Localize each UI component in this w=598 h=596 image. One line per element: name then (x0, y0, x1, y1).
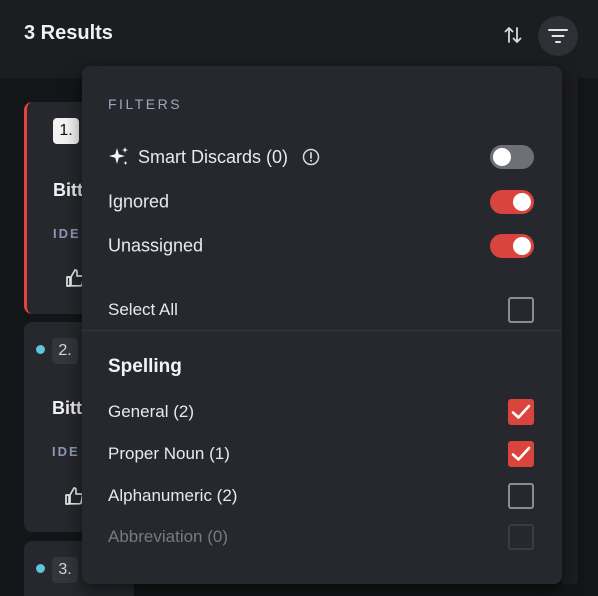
smart-discards-row: Smart Discards (0) (108, 142, 534, 172)
status-dot (36, 564, 45, 573)
filter-item-label: General (2) (108, 402, 194, 421)
alphanumeric-checkbox[interactable] (508, 483, 534, 509)
toggle-knob (513, 237, 531, 255)
abbreviation-checkbox (508, 524, 534, 550)
unassigned-row: Unassigned (108, 231, 534, 261)
toggle-knob (513, 193, 531, 211)
results-count: 3 Results (24, 22, 113, 44)
result-word: Bitt (53, 180, 83, 200)
ignored-toggle[interactable] (490, 190, 534, 214)
spelling-section-title: Spelling (108, 356, 182, 377)
result-number: 3. (52, 557, 78, 583)
select-all-label: Select All (108, 300, 178, 319)
filter-item-alphanumeric: Alphanumeric (2) (108, 481, 534, 511)
unassigned-toggle[interactable] (490, 234, 534, 258)
unassigned-label: Unassigned (108, 235, 204, 256)
result-word: Bitt (52, 398, 82, 418)
result-number: 1. (53, 118, 79, 144)
filter-item-abbreviation: Abbreviation (0) (108, 522, 534, 552)
smart-discards-label: Smart Discards (0) (138, 146, 289, 167)
filter-item-label: Abbreviation (0) (108, 527, 229, 546)
smart-discards-toggle[interactable] (490, 145, 534, 169)
sparkle-icon (109, 147, 128, 165)
select-all-row: Select All (108, 295, 534, 325)
sort-button[interactable] (500, 22, 526, 48)
divider (82, 330, 562, 331)
toggle-knob (493, 148, 511, 166)
filter-item-general: General (2) (108, 397, 534, 427)
result-category: IDE (53, 226, 81, 241)
ignored-row: Ignored (108, 187, 534, 217)
info-icon[interactable] (302, 148, 320, 166)
filter-icon (548, 29, 568, 43)
ignored-label: Ignored (108, 191, 170, 212)
general-checkbox[interactable] (508, 399, 534, 425)
filters-heading: FILTERS (108, 96, 183, 112)
checkmark-icon (511, 404, 531, 419)
filter-item-proper-noun: Proper Noun (1) (108, 439, 534, 469)
sort-arrows-icon (504, 27, 522, 43)
filters-dropdown: FILTERS Smart Discards (0) Ignored Unass… (82, 66, 562, 584)
select-all-checkbox[interactable] (508, 297, 534, 323)
result-category: IDE (52, 444, 80, 459)
filter-item-label: Alphanumeric (2) (108, 486, 238, 505)
checkmark-icon (511, 446, 531, 461)
filter-button[interactable] (538, 16, 578, 56)
thumbs-up-icon[interactable] (64, 486, 84, 506)
proper-noun-checkbox[interactable] (508, 441, 534, 467)
status-dot (36, 345, 45, 354)
filter-item-label: Proper Noun (1) (108, 444, 230, 463)
result-number: 2. (52, 338, 78, 364)
scrollbar[interactable] (562, 66, 578, 584)
